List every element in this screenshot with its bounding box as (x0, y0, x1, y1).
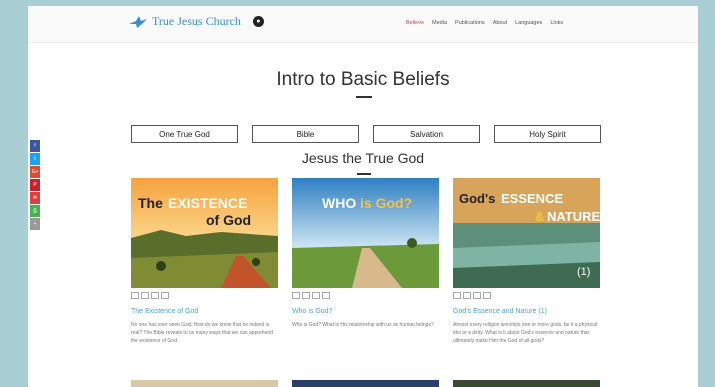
share-icon[interactable] (483, 292, 491, 299)
more-icon[interactable]: + (30, 218, 40, 230)
logo-text: True Jesus Church (152, 14, 241, 28)
card-image-text: WHO (322, 195, 356, 211)
belief-tabs: One True God Bible Salvation Holy Spirit (131, 125, 601, 143)
nav-publications[interactable]: Publications (455, 20, 485, 26)
card-existence-of-god[interactable]: The EXISTENCE of God The Existence of Go… (131, 178, 278, 345)
page: True Jesus Church ● Believe Media Public… (28, 6, 698, 387)
main-nav: Believe Media Publications About Languag… (406, 20, 563, 26)
email-icon[interactable]: ✉ (30, 192, 40, 204)
card-image-text: & (535, 209, 544, 224)
google-plus-icon[interactable]: G+ (30, 166, 40, 178)
card-image[interactable]: The EXISTENCE of God (131, 178, 278, 288)
card-description: Almost every religion worships one or mo… (453, 322, 597, 344)
dove-icon (129, 15, 147, 28)
card-title[interactable]: God's Essence and Nature (1) (453, 308, 600, 315)
share-sidebar: f t G+ P ✉ ⎙ + (30, 140, 40, 231)
card-gods-essence-nature[interactable]: God's ESSENCE & NATURE (1) God's Essence… (453, 178, 600, 345)
tab-salvation[interactable]: Salvation (373, 125, 480, 143)
card-who-is-god[interactable]: WHO is God? Who is God? Who is God? What… (292, 178, 439, 329)
page-title: Intro to Basic Beliefs (276, 69, 450, 90)
twitter-icon[interactable]: t (30, 153, 40, 165)
share-icon[interactable] (463, 292, 471, 299)
card-share-icons (131, 292, 278, 299)
tab-one-true-god[interactable]: One True God (131, 125, 238, 143)
nav-languages[interactable]: Languages (515, 20, 542, 26)
share-icon[interactable] (151, 292, 159, 299)
share-icon[interactable] (453, 292, 461, 299)
nav-links[interactable]: Links (550, 20, 563, 26)
card-image-text: is God? (360, 195, 412, 211)
tab-holy-spirit[interactable]: Holy Spirit (494, 125, 601, 143)
card-image-text: of God (206, 212, 251, 228)
share-icon[interactable] (131, 292, 139, 299)
card-share-icons (292, 292, 439, 299)
card-image-text: God's (459, 191, 495, 206)
nav-about[interactable]: About (493, 20, 507, 26)
logo[interactable]: True Jesus Church ● (128, 14, 264, 29)
print-icon[interactable]: ⎙ (30, 205, 40, 217)
section-title: Jesus the True God (301, 150, 425, 166)
share-icon[interactable] (302, 292, 310, 299)
card-image[interactable]: WHO is God? (292, 178, 439, 288)
card-image-text: ESSENCE (501, 191, 563, 206)
card-description: Who is God? What is His relationship wit… (292, 322, 434, 328)
share-icon[interactable] (292, 292, 300, 299)
nav-believe[interactable]: Believe (406, 20, 424, 26)
next-card-image[interactable] (292, 380, 439, 387)
next-card-image[interactable] (131, 380, 278, 387)
share-icon[interactable] (161, 292, 169, 299)
tab-bible[interactable]: Bible (252, 125, 359, 143)
card-share-icons (453, 292, 600, 299)
card-image-text: NATURE (547, 209, 600, 224)
account-icon[interactable]: ● (252, 16, 264, 27)
card-image-number: (1) (577, 266, 590, 278)
share-icon[interactable] (312, 292, 320, 299)
site-header: True Jesus Church ● Believe Media Public… (28, 6, 698, 43)
pinterest-icon[interactable]: P (30, 179, 40, 191)
title-divider (356, 96, 372, 98)
share-icon[interactable] (141, 292, 149, 299)
card-title[interactable]: Who is God? (292, 308, 439, 315)
share-icon[interactable] (473, 292, 481, 299)
section-divider (357, 173, 371, 175)
nav-media[interactable]: Media (432, 20, 447, 26)
card-description: No one has ever seen God. How do we know… (131, 322, 273, 344)
facebook-icon[interactable]: f (30, 140, 40, 152)
card-image-text: The (138, 195, 163, 211)
card-image-text: EXISTENCE (168, 195, 247, 211)
share-icon[interactable] (322, 292, 330, 299)
card-title[interactable]: The Existence of God (131, 308, 278, 315)
card-image[interactable]: God's ESSENCE & NATURE (1) (453, 178, 600, 288)
next-card-image[interactable] (453, 380, 600, 387)
